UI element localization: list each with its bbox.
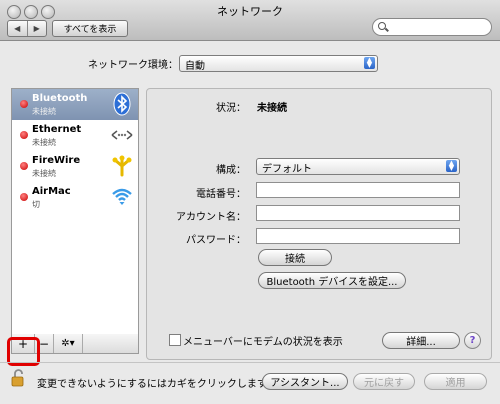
service-name: Ethernet <box>32 124 82 135</box>
title-bar: ネットワーク ◀ ▶ すべてを表示 <box>0 0 500 41</box>
detail-panel <box>146 88 492 360</box>
menubar-status-checkbox[interactable] <box>169 334 181 346</box>
password-field[interactable] <box>256 228 460 244</box>
bluetooth-setup-button[interactable]: Bluetooth デバイスを設定... <box>258 272 406 289</box>
firewire-icon <box>112 155 132 177</box>
service-item-ethernet[interactable]: Ethernet 未接続 <box>12 120 138 151</box>
status-value: 未接続 <box>257 103 287 114</box>
service-list[interactable]: Bluetooth 未接続 Ethernet 未接続 FireWire 未接続 <box>11 88 139 336</box>
advanced-button[interactable]: 詳細... <box>382 332 460 349</box>
service-name: Bluetooth <box>32 93 88 104</box>
service-item-bluetooth[interactable]: Bluetooth 未接続 <box>12 89 138 120</box>
connect-button[interactable]: 接続 <box>258 249 332 266</box>
account-field[interactable] <box>256 205 460 221</box>
config-value: デフォルト <box>262 164 312 175</box>
service-status: 未接続 <box>32 107 56 116</box>
service-status: 切 <box>32 200 40 209</box>
phone-field[interactable] <box>256 182 460 198</box>
apply-button[interactable]: 適用 <box>424 373 487 390</box>
menubar-status-label: メニューバーにモデムの状況を表示 <box>183 337 343 348</box>
service-item-airmac[interactable]: AirMac 切 <box>12 182 138 213</box>
lock-text: 変更できないようにするにはカギをクリックします。 <box>37 379 276 390</box>
revert-button[interactable]: 元に戻す <box>353 373 415 390</box>
search-input[interactable] <box>372 18 492 36</box>
service-name: AirMac <box>32 186 71 197</box>
location-label: ネットワーク環境： <box>88 60 178 71</box>
back-icon[interactable]: ◀ <box>8 21 28 36</box>
bluetooth-icon <box>113 92 131 116</box>
footer-divider <box>0 362 500 363</box>
window-title: ネットワーク <box>217 5 283 18</box>
service-item-firewire[interactable]: FireWire 未接続 <box>12 151 138 182</box>
wifi-icon <box>112 188 132 205</box>
config-select[interactable]: デフォルト ▲ ▼ <box>256 158 460 175</box>
chevron-updown-icon: ▲ ▼ <box>446 160 457 172</box>
status-red-dot <box>20 100 28 108</box>
status-red-dot <box>20 193 28 201</box>
forward-icon[interactable]: ▶ <box>28 21 47 36</box>
chevron-updown-icon: ▲ ▼ <box>364 57 375 69</box>
action-gear-button[interactable]: ✲▾ <box>54 334 83 353</box>
location-select[interactable]: 自動 ▲ ▼ <box>179 55 378 72</box>
back-forward-buttons: ◀ ▶ <box>7 20 47 37</box>
status-red-dot <box>20 162 28 170</box>
status-red-dot <box>20 131 28 139</box>
assistant-button[interactable]: アシスタント... <box>262 373 348 390</box>
status-label: 状況： <box>216 103 246 114</box>
lock-icon[interactable] <box>11 369 25 387</box>
phone-label: 電話番号： <box>196 189 246 200</box>
password-label: パスワード： <box>186 235 246 246</box>
config-label: 構成： <box>216 165 246 176</box>
ethernet-icon <box>111 130 133 140</box>
help-button[interactable]: ? <box>464 332 481 349</box>
location-value: 自動 <box>185 61 205 72</box>
service-status: 未接続 <box>32 138 56 147</box>
show-all-button[interactable]: すべてを表示 <box>52 20 128 37</box>
search-icon <box>378 22 386 30</box>
service-name: FireWire <box>32 155 81 166</box>
account-label: アカウント名： <box>176 212 246 223</box>
service-status: 未接続 <box>32 169 56 178</box>
network-preferences-window: ネットワーク ◀ ▶ すべてを表示 ネットワーク環境： 自動 ▲ ▼ Blueto… <box>0 0 500 404</box>
